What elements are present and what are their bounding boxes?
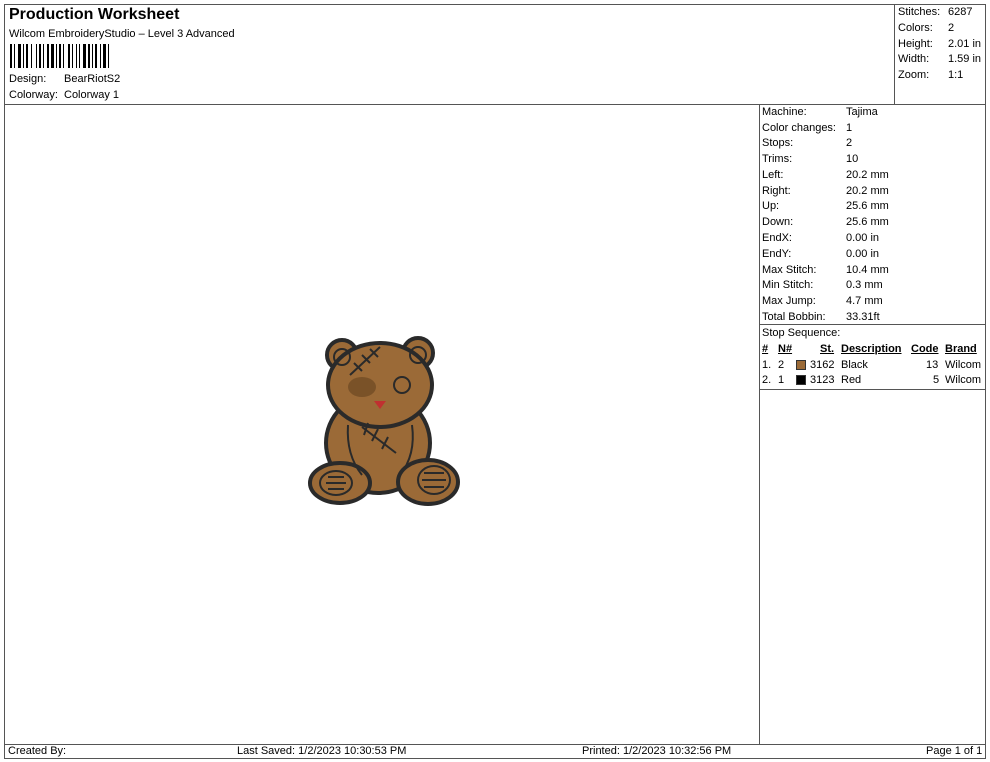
row-brand: Wilcom (945, 374, 982, 386)
printed-date: Printed: 1/2/2023 10:32:56 PM (582, 745, 732, 757)
barcode-bar (14, 44, 15, 68)
row-num: 2. (762, 374, 772, 386)
column-header-brand: Brand (945, 343, 977, 355)
column-header-num: # (762, 343, 769, 355)
row-stitches: 3162 (810, 359, 835, 371)
barcode-bar (36, 44, 37, 68)
barcode-bar (56, 44, 57, 68)
bear-head (326, 341, 434, 429)
barcode (10, 44, 109, 68)
row-needle: 1 (778, 374, 785, 386)
barcode-bar (10, 44, 12, 68)
barcode-bar (63, 44, 64, 68)
detail-min-stitch: Min Stitch: 0.3 mm (762, 279, 883, 291)
detail-total-bobbin: Total Bobbin: 33.31ft (762, 311, 880, 323)
barcode-bar (83, 44, 86, 68)
created-by: Created By: (8, 745, 67, 757)
barcode-bar (26, 44, 28, 68)
barcode-bar (47, 44, 49, 68)
barcode-bar (95, 44, 97, 68)
row-num: 1. (762, 359, 772, 371)
detail-down: Down: 25.6 mm (762, 216, 889, 228)
design-value: BearRiotS2 (64, 73, 121, 85)
barcode-bar (68, 44, 70, 68)
last-saved: Last Saved: 1/2/2023 10:30:53 PM (237, 745, 407, 757)
thread-color-swatch (796, 375, 806, 385)
column-header-code: Code (911, 343, 939, 355)
colorway-label: Colorway: (9, 89, 58, 101)
barcode-bar (72, 44, 73, 68)
barcode-bar (51, 44, 54, 68)
column-header-st: St. (820, 343, 835, 355)
barcode-bar (88, 44, 90, 68)
barcode-bar (76, 44, 77, 68)
detail-left: Left: 20.2 mm (762, 169, 889, 181)
barcode-bar (43, 44, 44, 68)
row-code: 5 (933, 374, 940, 386)
page-number: Page 1 of 1 (926, 745, 983, 757)
row-description: Black (841, 359, 868, 371)
detail-color-changes: Color changes: 1 (762, 122, 853, 134)
detail-machine: Machine: Tajima (762, 106, 878, 118)
barcode-bar (31, 44, 32, 68)
barcode-bar (79, 44, 80, 68)
barcode-bar (92, 44, 93, 68)
page-title: Production Worksheet (9, 6, 180, 23)
barcode-bar (18, 44, 21, 68)
detail-trims: Trims: 10 (762, 153, 859, 165)
column-header-n: N# (778, 343, 793, 355)
detail-endy: EndY: 0.00 in (762, 248, 880, 260)
barcode-bar (103, 44, 106, 68)
software-name: Wilcom EmbroideryStudio – Level 3 Advanc… (9, 28, 235, 40)
row-code: 13 (926, 359, 939, 371)
bear-eye-patch (348, 377, 376, 397)
barcode-bar (59, 44, 61, 68)
embroidery-design-preview (308, 336, 460, 506)
column-header-description: Description (841, 343, 902, 355)
details-divider (759, 104, 760, 744)
detail-max-stitch: Max Stitch: 10.4 mm (762, 264, 889, 276)
colorway-value: Colorway 1 (64, 89, 120, 101)
header-divider (4, 104, 986, 105)
row-stitches: 3123 (810, 374, 835, 386)
summary-divider (894, 4, 895, 104)
stop-sequence-title: Stop Sequence: (762, 327, 841, 339)
barcode-bar (39, 44, 41, 68)
thread-color-swatch (796, 360, 806, 370)
barcode-bar (108, 44, 109, 68)
detail-stops: Stops: 2 (762, 137, 853, 149)
row-needle: 2 (778, 359, 785, 371)
row-description: Red (841, 374, 862, 386)
barcode-bar (100, 44, 101, 68)
row-brand: Wilcom (945, 359, 982, 371)
detail-endx: EndX: 0.00 in (762, 232, 880, 244)
detail-up: Up: 25.6 mm (762, 200, 889, 212)
footer-divider (4, 744, 986, 745)
detail-max-jump: Max Jump: 4.7 mm (762, 295, 883, 307)
stop-sequence-bottom (759, 389, 986, 390)
barcode-bar (23, 44, 24, 68)
design-label: Design: (9, 73, 47, 85)
detail-right: Right: 20.2 mm (762, 185, 889, 197)
